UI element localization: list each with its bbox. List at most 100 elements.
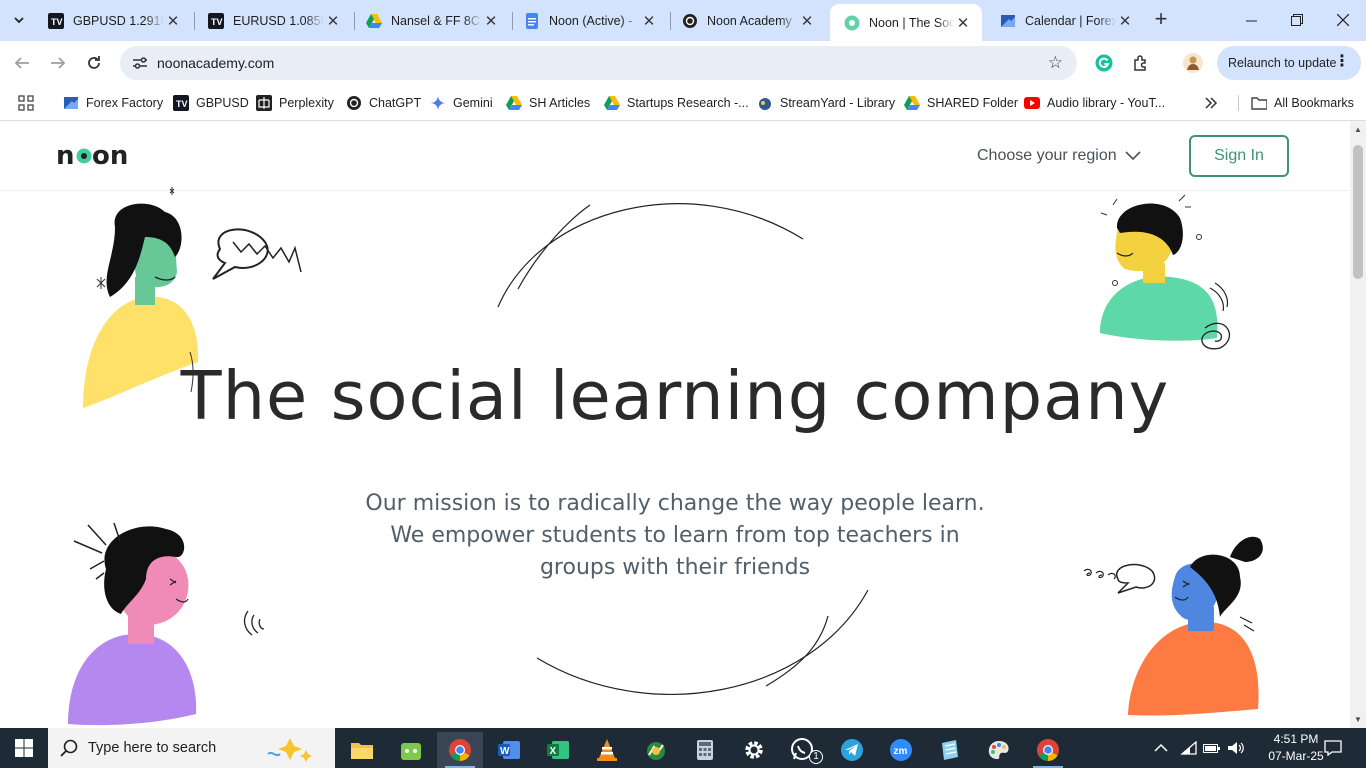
site-settings-icon[interactable] [130,53,150,73]
google-drive-icon [366,13,382,29]
address-bar[interactable]: noonacademy.com ☆ [120,46,1077,80]
double-chevron-right-icon [1205,97,1218,109]
show-hidden-icons[interactable] [1154,728,1168,768]
bookmark-gemini[interactable]: Gemini [430,92,493,114]
taskbar-paint[interactable] [976,732,1022,768]
tab-title: EURUSD 1.0859 [233,13,324,28]
svg-text:W: W [500,746,510,757]
google-docs-icon [524,12,540,29]
taskbar-word[interactable]: W [486,732,532,768]
clock-time: 4:51 PM [1273,732,1319,746]
svg-text:X: X [550,746,557,757]
close-icon[interactable]: ✕ [798,12,816,30]
taskbar-vlc[interactable] [584,732,630,768]
taskbar-chrome[interactable] [437,732,483,768]
bookmark-startups-research[interactable]: Startups Research -... [604,92,749,114]
reload-button[interactable] [80,49,108,77]
taskbar-search-box[interactable]: Type here to search [48,728,335,768]
bookmark-gbpusd[interactable]: TV GBPUSD [173,92,249,114]
taskbar-chrome-2[interactable] [1025,732,1071,768]
bookmark-label: StreamYard - Library [780,96,896,110]
restore-icon [1291,14,1303,26]
taskbar-settings[interactable] [731,732,777,768]
bookmark-label: SH Articles [529,96,591,110]
network-icon[interactable] [1180,728,1198,768]
notification-icon [1324,740,1342,756]
tab-noon-doc[interactable]: Noon (Active) - ✕ [510,4,668,37]
tab-title: Noon (Active) - [549,13,633,28]
taskbar-metatrader[interactable] [633,732,679,768]
close-icon[interactable]: ✕ [640,12,658,30]
tab-noon-active[interactable]: Noon | The Soci ✕ [830,4,982,41]
tab-calendar[interactable]: Calendar | Forex ✕ [986,4,1144,37]
relaunch-button[interactable]: Relaunch to update ⋮ [1217,46,1361,80]
bookmark-audio-library[interactable]: Audio library - YouT... [1024,92,1165,114]
taskbar-telegram[interactable] [829,732,875,768]
bookmarks-overflow-button[interactable] [1204,92,1218,114]
illustration-man-yellow-face [1100,194,1231,350]
restore-button[interactable] [1274,0,1320,40]
taskbar-file-explorer[interactable] [339,732,385,768]
bookmark-streamyard[interactable]: StreamYard - Library [757,92,895,114]
extensions-icon[interactable] [1130,52,1152,74]
bookmark-star-icon[interactable]: ☆ [1048,53,1063,73]
back-button[interactable] [8,49,36,77]
mission-line-1: Our mission is to radically change the w… [365,491,985,516]
noon-logo[interactable]: n on [56,141,136,178]
tab-noon-academy[interactable]: Noon Academy ✕ [668,4,826,37]
chevron-down-icon [1125,151,1141,161]
notifications-button[interactable] [1324,728,1342,768]
scrollbar-thumb[interactable] [1353,145,1363,279]
bookmark-forex-factory[interactable]: Forex Factory [63,92,163,114]
taskbar-clock[interactable]: 4:51 PM 07-Mar-25 [1268,731,1324,765]
region-selector[interactable]: Choose your region [977,147,1141,165]
forexfactory-icon [63,95,79,111]
apps-button[interactable] [18,92,34,114]
bookmark-perplexity[interactable]: Perplexity [256,92,334,114]
start-button[interactable] [0,728,48,768]
tradingview-icon: TV [48,12,64,29]
close-icon[interactable]: ✕ [954,14,972,32]
taskbar-notes-app[interactable] [927,732,973,768]
youtube-icon [1024,95,1040,111]
taskbar-android-app[interactable] [388,732,434,768]
close-icon[interactable]: ✕ [1116,12,1134,30]
bookmark-sh-articles[interactable]: SH Articles [506,92,590,114]
close-window-button[interactable] [1320,0,1366,40]
tab-eurusd[interactable]: TV EURUSD 1.0859 ✕ [194,4,352,37]
scroll-down-arrow-icon[interactable]: ▼ [1354,715,1362,724]
battery-icon[interactable] [1203,728,1221,768]
page-scrollbar[interactable]: ▲ ▼ [1350,121,1366,728]
tab-search-button[interactable] [6,7,32,33]
menu-icon[interactable]: ⋮ [1334,54,1350,70]
apps-grid-icon [18,95,34,111]
forward-button[interactable] [44,49,72,77]
taskbar-whatsapp[interactable]: 1 [780,732,826,768]
close-icon[interactable]: ✕ [482,12,500,30]
minimize-button[interactable] [1228,0,1274,40]
close-icon[interactable]: ✕ [164,12,182,30]
bookmark-label: Startups Research -... [627,96,749,110]
taskbar-zoom[interactable]: zm [878,732,924,768]
new-tab-button[interactable]: + [1150,8,1172,31]
sign-in-button[interactable]: Sign In [1189,135,1289,177]
bookmark-shared-folder[interactable]: SHARED Folder [904,92,1018,114]
close-icon[interactable]: ✕ [324,12,342,30]
taskbar-excel[interactable]: X [535,732,581,768]
grammarly-icon[interactable] [1093,52,1115,74]
scroll-up-arrow-icon[interactable]: ▲ [1354,125,1362,134]
chrome-icon [449,739,471,761]
profile-avatar[interactable] [1182,52,1204,74]
volume-icon[interactable] [1227,728,1245,768]
taskbar-calculator[interactable] [682,732,728,768]
bookmark-label: GBPUSD [196,96,249,110]
all-bookmarks-button[interactable]: All Bookmarks [1251,92,1354,114]
bookmark-chatgpt[interactable]: ChatGPT [346,92,421,114]
bookmarks-bar: Forex Factory TV GBPUSD Perplexity ChatG… [0,85,1366,121]
google-drive-icon [506,95,522,111]
bookmark-label: Forex Factory [86,96,164,110]
tab-nansel[interactable]: Nansel & FF 8C ✕ [352,4,510,37]
tab-gbpusd[interactable]: TV GBPUSD 1.2919 ✕ [34,4,192,37]
taskbar-search-placeholder: Type here to search [88,740,217,756]
metatrader-icon [647,742,665,760]
